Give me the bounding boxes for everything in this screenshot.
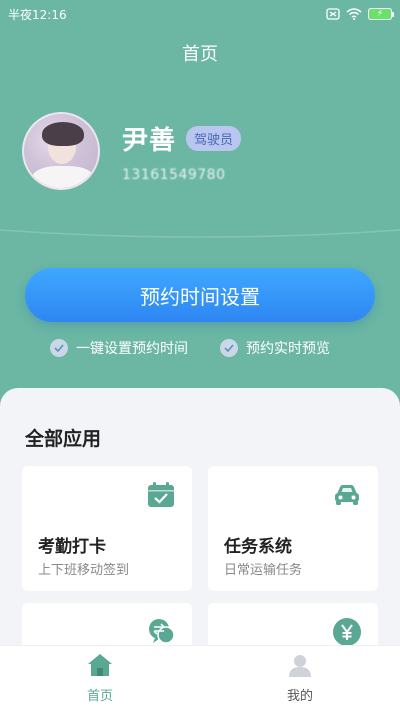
home-icon	[87, 653, 113, 681]
tab-label: 我的	[286, 689, 313, 704]
feature-list: 一键设置预约时间 预约实时预览	[50, 338, 330, 358]
feature-label: 一键设置预约时间	[76, 341, 188, 357]
bottom-tabbar: 首页 我的	[0, 645, 400, 711]
status-time: 半夜12:16	[8, 7, 67, 22]
card-title: 考勤打卡	[38, 537, 106, 557]
reservation-time-settings-button[interactable]: 预约时间设置	[25, 268, 375, 322]
card-subtitle: 日常运输任务	[224, 563, 303, 578]
wifi-icon	[346, 8, 362, 20]
feature-item: 一键设置预约时间	[50, 338, 188, 358]
tab-home[interactable]: 首页	[0, 646, 200, 711]
user-name: 尹善	[122, 125, 177, 156]
card-title: 任务系统	[224, 537, 292, 557]
status-bar: 半夜12:16 ⚡	[0, 0, 400, 28]
name-row: 尹善 驾驶员	[122, 120, 242, 157]
apps-section-title: 全部应用	[25, 428, 102, 450]
page-title: 首页	[182, 44, 218, 65]
app-card-tasks[interactable]: 任务系统 日常运输任务	[208, 466, 378, 591]
profile-section: 尹善 驾驶员 13161549780	[22, 112, 242, 190]
user-icon	[288, 653, 312, 681]
card-subtitle: 上下班移动签到	[38, 563, 130, 578]
header-divider	[0, 229, 400, 238]
profile-info: 尹善 驾驶员 13161549780	[122, 120, 242, 183]
apps-panel: 全部应用 考勤打卡 上下班移动签到 任务系统 日常运输任务	[0, 388, 400, 711]
yen-icon	[332, 617, 362, 647]
status-icons: ⚡	[326, 8, 394, 20]
car-icon	[332, 480, 362, 510]
avatar[interactable]	[22, 112, 100, 190]
notification-icon	[326, 8, 340, 20]
calendar-check-icon	[146, 480, 176, 510]
feature-label: 预约实时预览	[246, 341, 330, 357]
check-icon	[50, 339, 68, 357]
tab-mine[interactable]: 我的	[200, 646, 400, 711]
app-card-attendance[interactable]: 考勤打卡 上下班移动签到	[22, 466, 192, 591]
check-icon	[220, 339, 238, 357]
feature-item: 预约实时预览	[220, 338, 330, 358]
battery-icon: ⚡	[368, 8, 394, 20]
role-badge: 驾驶员	[186, 125, 242, 151]
tab-label: 首页	[86, 689, 113, 704]
user-phone: 13161549780	[122, 166, 226, 183]
chat-exchange-icon	[146, 617, 176, 647]
